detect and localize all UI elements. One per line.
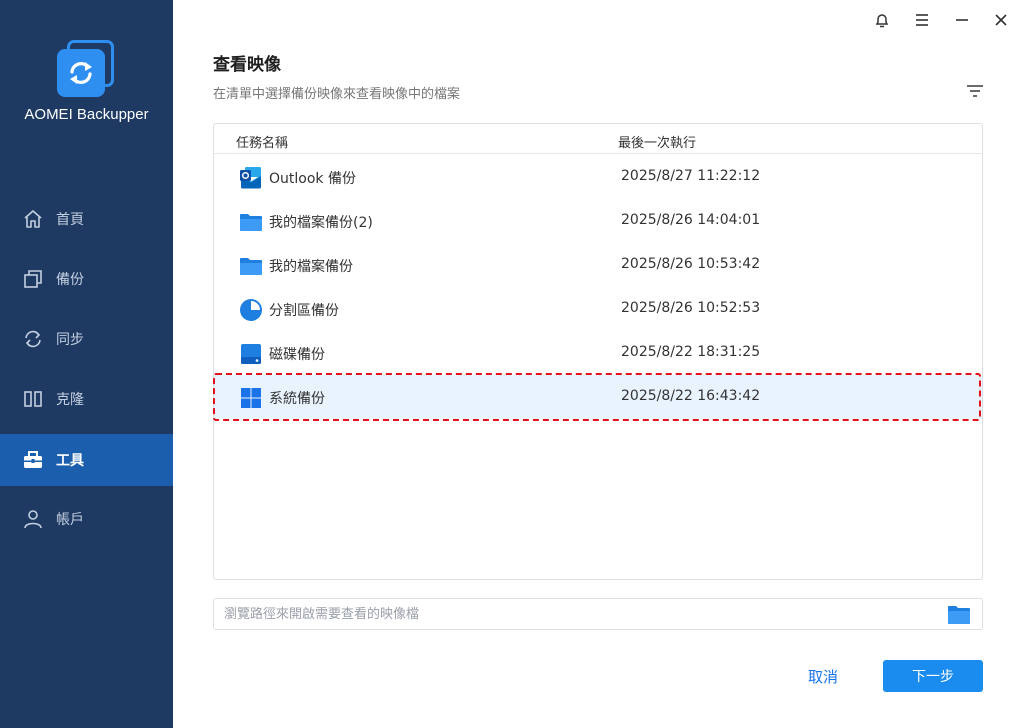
row-last-run: 2025/8/27 11:22:12: [621, 168, 761, 184]
browse-path-input[interactable]: [224, 604, 934, 624]
row-task-name: 我的檔案備份: [269, 259, 353, 275]
sidebar-item-tools[interactable]: 工具: [0, 434, 173, 486]
close-icon: [995, 14, 1007, 26]
sidebar-item-backup[interactable]: 備份: [0, 253, 173, 305]
row-task-name: 分割區備份: [269, 303, 339, 319]
app-logo: [55, 40, 115, 98]
row-last-run: 2025/8/22 18:31:25: [621, 344, 761, 360]
sidebar-item-label: 工具: [56, 453, 84, 469]
page-subtitle: 在清單中選擇備份映像來查看映像中的檔案: [213, 87, 461, 102]
close-button[interactable]: [989, 8, 1013, 32]
table-row[interactable]: 磁碟備份 2025/8/22 18:31:25: [214, 331, 982, 375]
minimize-button[interactable]: [950, 8, 974, 32]
next-button[interactable]: 下一步: [883, 660, 983, 692]
windows-icon: [241, 388, 261, 408]
row-last-run: 2025/8/26 10:53:42: [621, 256, 761, 272]
notification-button[interactable]: [870, 8, 894, 32]
clone-icon: [22, 388, 44, 410]
hamburger-icon: [916, 14, 928, 26]
folder-icon: [240, 258, 262, 275]
cancel-button[interactable]: 取消: [788, 660, 858, 692]
sidebar-item-account[interactable]: 帳戶: [0, 493, 173, 545]
row-task-name: Outlook 備份: [269, 171, 356, 187]
disk-icon: [241, 344, 261, 364]
sync-icon: [22, 328, 44, 350]
sync-logo-icon: [70, 62, 92, 84]
menu-button[interactable]: [910, 8, 934, 32]
column-header-last-run[interactable]: 最後一次執行: [618, 132, 696, 151]
sidebar-item-label: 首頁: [56, 212, 84, 228]
table-row-selected[interactable]: 系統備份 2025/8/22 16:43:42: [214, 375, 982, 419]
column-header-task-name[interactable]: 任務名稱: [236, 132, 288, 151]
table-row[interactable]: 我的檔案備份(2) 2025/8/26 14:04:01: [214, 199, 982, 243]
app-name: AOMEI Backupper: [24, 106, 149, 123]
row-task-name: 磁碟備份: [269, 347, 325, 363]
header-divider: [214, 153, 982, 154]
table-row[interactable]: 我的檔案備份 2025/8/26 10:53:42: [214, 243, 982, 287]
bell-icon: [875, 14, 889, 28]
table-row[interactable]: 分割區備份 2025/8/26 10:52:53: [214, 287, 982, 331]
sidebar: AOMEI Backupper 首頁 備份 同步 克隆 工具 帳戶: [0, 0, 173, 728]
toolbox-icon: [22, 449, 44, 471]
sidebar-item-label: 同步: [56, 332, 84, 348]
user-icon: [22, 508, 44, 530]
row-last-run: 2025/8/22 16:43:42: [621, 388, 761, 404]
row-task-name: 系統備份: [269, 391, 325, 407]
home-icon: [22, 208, 44, 230]
minimize-icon: [956, 19, 968, 21]
browse-folder-icon[interactable]: [947, 604, 971, 625]
page-title: 查看映像: [213, 55, 281, 75]
browse-path-field: [213, 598, 983, 630]
outlook-icon: [240, 167, 262, 189]
row-last-run: 2025/8/26 10:52:53: [621, 300, 761, 316]
sidebar-item-home[interactable]: 首頁: [0, 193, 173, 245]
sidebar-item-label: 備份: [56, 272, 84, 288]
table-row[interactable]: Outlook 備份 2025/8/27 11:22:12: [214, 155, 982, 199]
image-list-table: 任務名稱 最後一次執行 Outlook 備份 2025/8/27 11:22:1…: [213, 123, 983, 580]
folder-icon: [240, 214, 262, 231]
sidebar-item-clone[interactable]: 克隆: [0, 373, 173, 425]
sidebar-item-label: 帳戶: [56, 512, 84, 528]
sidebar-item-label: 克隆: [56, 392, 84, 408]
row-task-name: 我的檔案備份(2): [269, 215, 373, 231]
sidebar-item-sync[interactable]: 同步: [0, 313, 173, 365]
backup-icon: [22, 268, 44, 290]
partition-icon: [240, 299, 262, 321]
row-last-run: 2025/8/26 14:04:01: [621, 212, 761, 228]
filter-icon[interactable]: [965, 82, 985, 100]
